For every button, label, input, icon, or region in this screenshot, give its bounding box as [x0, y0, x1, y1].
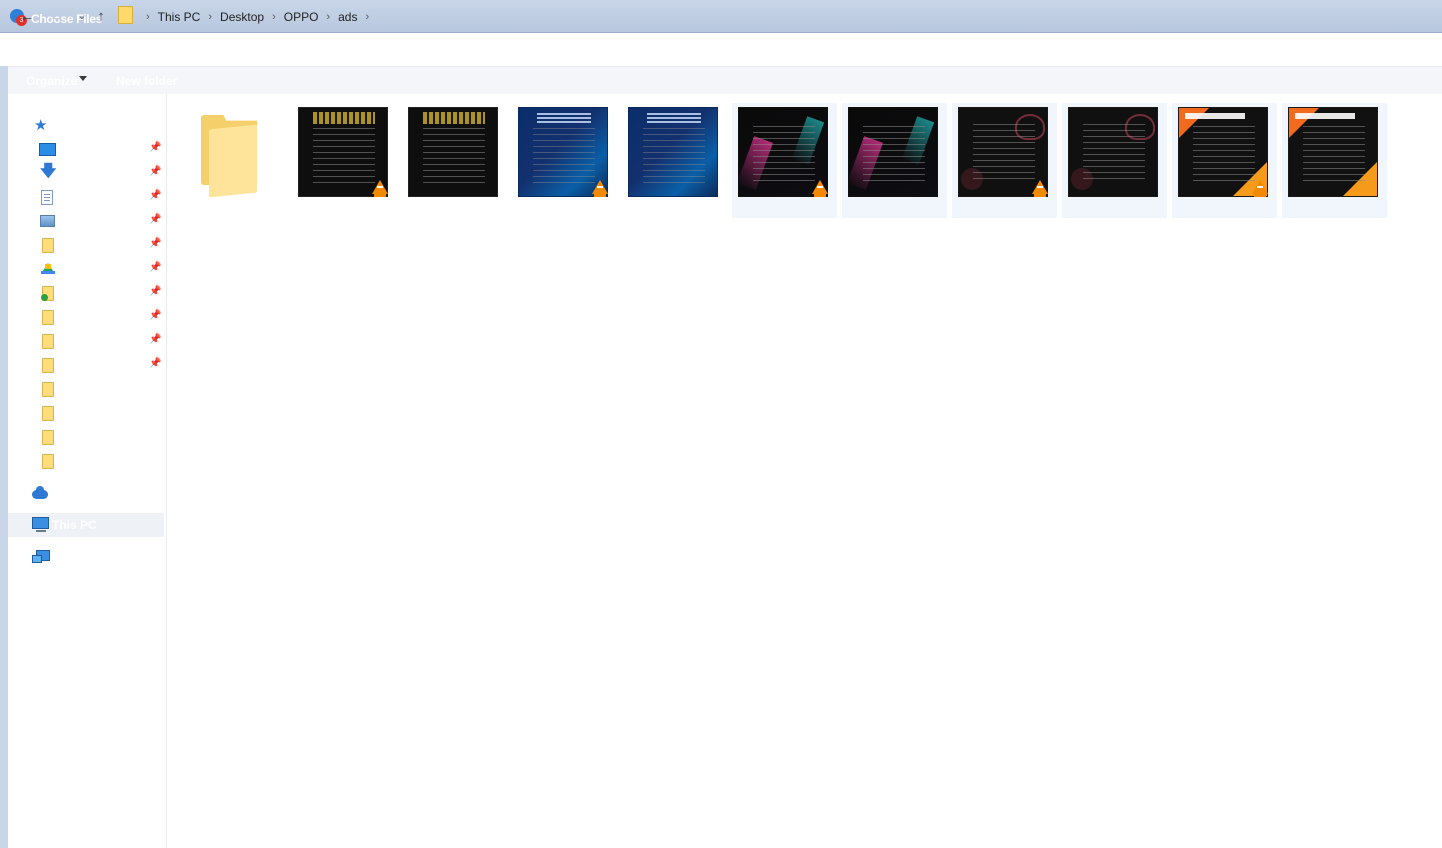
folder-icon[interactable]	[42, 430, 54, 445]
folder-icon[interactable]	[42, 334, 54, 349]
breadcrumb-desktop[interactable]: Desktop	[220, 10, 264, 24]
pin-icon: 📌	[149, 166, 162, 177]
folder-icon[interactable]	[42, 406, 54, 421]
organize-button[interactable]: Organize	[26, 74, 77, 88]
pin-icon: 📌	[149, 190, 162, 201]
vlc-icon	[812, 180, 828, 197]
breadcrumb[interactable]: › This PC › Desktop › OPPO › ads ›	[138, 8, 377, 26]
chevron-down-icon[interactable]	[79, 76, 87, 81]
vlc-icon	[1252, 180, 1268, 197]
vlc-icon	[372, 180, 388, 197]
file-thumbnail[interactable]	[1068, 107, 1158, 197]
pin-icon: 📌	[149, 358, 162, 369]
recent-locations-button[interactable]: ⌄	[73, 8, 91, 26]
vlc-icon	[1032, 180, 1048, 197]
this-pc-icon[interactable]	[32, 517, 49, 532]
navigation-pane	[8, 94, 167, 848]
pin-icon: 📌	[149, 214, 162, 225]
folder-icon[interactable]	[42, 358, 54, 373]
pin-icon: 📌	[149, 262, 162, 273]
chevron-right-icon[interactable]: ›	[208, 11, 212, 23]
pin-icon: 📌	[149, 238, 162, 249]
folder-icon	[118, 6, 133, 24]
forward-button[interactable]: →	[48, 8, 66, 26]
onedrive-icon[interactable]	[32, 486, 48, 499]
folder-item[interactable]	[201, 115, 257, 198]
quick-access-star-icon[interactable]: ★	[34, 118, 47, 133]
pin-icon: 📌	[149, 310, 162, 321]
pin-icon: 📌	[149, 286, 162, 297]
new-folder-button[interactable]: New folder	[116, 74, 177, 88]
command-bar: Organize New folder	[8, 66, 1442, 95]
up-button[interactable]: ↑	[92, 8, 110, 26]
file-thumbnail[interactable]	[628, 107, 718, 197]
back-button[interactable]: ←	[18, 8, 36, 26]
folder-icon[interactable]	[42, 238, 54, 253]
folder-front	[209, 124, 257, 198]
breadcrumb-oppo[interactable]: OPPO	[284, 10, 319, 24]
folder-icon[interactable]	[42, 382, 54, 397]
folder-icon[interactable]	[42, 310, 54, 325]
desktop-icon[interactable]	[39, 143, 56, 156]
chevron-right-icon[interactable]: ›	[326, 11, 330, 23]
pin-icon: 📌	[149, 142, 162, 153]
chevron-right-icon[interactable]: ›	[272, 11, 276, 23]
network-icon[interactable]	[32, 550, 50, 563]
pin-icon: 📌	[149, 334, 162, 345]
file-thumbnail[interactable]	[408, 107, 498, 197]
google-drive-icon[interactable]	[41, 263, 55, 274]
nav-this-pc-label[interactable]: This PC	[52, 518, 97, 532]
download-icon[interactable]: 🡇	[40, 164, 56, 180]
file-thumbnail[interactable]	[848, 107, 938, 197]
pictures-icon[interactable]	[40, 215, 55, 227]
breadcrumb-ads[interactable]: ads	[338, 10, 357, 24]
chevron-right-icon[interactable]: ›	[365, 11, 369, 23]
file-thumbnail[interactable]	[1288, 107, 1378, 197]
vlc-icon	[592, 180, 608, 197]
address-row	[0, 33, 1442, 66]
window-frame	[0, 66, 8, 848]
documents-icon[interactable]	[41, 190, 53, 205]
folder-icon[interactable]	[42, 454, 54, 469]
sync-check-icon	[41, 294, 48, 301]
breadcrumb-this-pc[interactable]: This PC	[158, 10, 201, 24]
chevron-right-icon[interactable]: ›	[146, 11, 150, 23]
